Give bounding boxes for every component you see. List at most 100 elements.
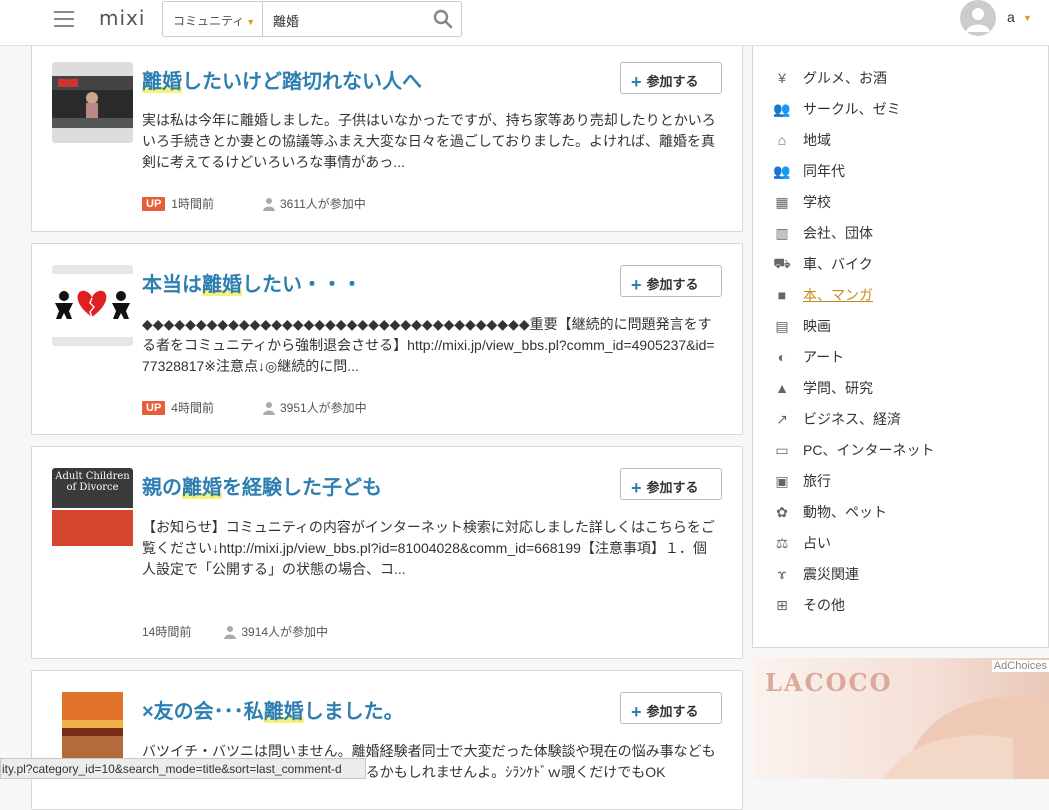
status-bar-url: ity.pl?category_id=10&search_mode=title&… bbox=[0, 758, 366, 779]
sidebar-category-item[interactable]: ⌂ 地域 bbox=[773, 128, 831, 152]
chevron-down-icon[interactable]: ▼ bbox=[1023, 13, 1032, 23]
sidebar-category-label: 動物、ペット bbox=[803, 504, 887, 520]
avatar[interactable] bbox=[960, 0, 996, 36]
community-title[interactable]: 本当は離婚したい・・・ bbox=[142, 268, 362, 297]
building-icon: ▥ bbox=[775, 224, 789, 241]
plus-icon: + bbox=[631, 478, 642, 498]
member-count: 3611人が参加中 bbox=[279, 197, 366, 211]
sidebar-category-label: ビジネス、経済 bbox=[803, 411, 901, 427]
updated-time: 1時間前 bbox=[171, 197, 214, 211]
plus-icon: + bbox=[631, 702, 642, 722]
person-icon bbox=[262, 401, 275, 415]
suitcase-icon: ▣ bbox=[775, 472, 789, 489]
group-icon: 👥 bbox=[773, 162, 791, 179]
sidebar-category-label: 占い bbox=[803, 535, 831, 551]
sidebar-category-item[interactable]: ◐ アート bbox=[773, 345, 844, 369]
sidebar-category-label: 旅行 bbox=[803, 473, 831, 489]
sidebar-category-item[interactable]: ■ 本、マンガ bbox=[773, 283, 873, 307]
sidebar-category-item[interactable]: ▣ 旅行 bbox=[773, 469, 831, 493]
join-button[interactable]: + 参加する bbox=[620, 265, 722, 297]
book-icon: ■ bbox=[777, 287, 787, 303]
film-icon: ▤ bbox=[775, 317, 789, 334]
sidebar-category-label: 地域 bbox=[803, 132, 831, 148]
updated-time: 14時間前 bbox=[142, 625, 192, 639]
group-icon: 👥 bbox=[773, 100, 791, 117]
category-sidebar: ▭テレビ番組¥グルメ、お酒👥サークル、ゼミ⌂地域👥同年代▦学校▥会社、団体⛟車、… bbox=[752, 27, 1049, 648]
member-count: 3951人が参加中 bbox=[279, 401, 367, 415]
sidebar-category-item[interactable]: ɤ 震災関連 bbox=[773, 562, 859, 586]
sidebar-category-item[interactable]: ✿ 動物、ペット bbox=[773, 500, 887, 524]
community-meta: UP 4時間前 3951人が参加中 bbox=[142, 399, 367, 416]
join-button[interactable]: + 参加する bbox=[620, 468, 722, 500]
community-card: ×友の会･･･私離婚しました。 + 参加する バツイチ・バツニは問いません。離婚経… bbox=[31, 670, 743, 810]
sidebar-category-item[interactable]: 👥 サークル、ゼミ bbox=[773, 97, 901, 121]
sidebar-category-label: 震災関連 bbox=[803, 566, 859, 582]
sidebar-category-label: 学問、研究 bbox=[803, 380, 873, 396]
community-thumbnail[interactable] bbox=[52, 265, 133, 346]
chevron-down-icon: ▼ bbox=[246, 17, 256, 27]
hamburger-menu-icon[interactable] bbox=[54, 11, 74, 27]
sidebar-category-item[interactable]: ⚖ 占い bbox=[773, 531, 831, 555]
home-icon: ⌂ bbox=[777, 132, 787, 148]
sidebar-category-item[interactable]: ▤ 映画 bbox=[773, 314, 831, 338]
school-icon: ▦ bbox=[775, 193, 789, 210]
graduation-cap-icon: ▲ bbox=[775, 380, 789, 396]
plus-icon: + bbox=[631, 275, 642, 295]
community-thumbnail[interactable]: Adult Children of Divorce bbox=[52, 468, 133, 549]
sidebar-category-item[interactable]: ⊞ その他 bbox=[773, 593, 845, 617]
community-card: 本当は離婚したい・・・ + 参加する ◆◆◆◆◆◆◆◆◆◆◆◆◆◆◆◆◆◆◆◆◆◆… bbox=[31, 243, 743, 435]
username[interactable]: a bbox=[1007, 9, 1015, 25]
up-badge: UP bbox=[142, 196, 166, 211]
sidebar-category-label: グルメ、お酒 bbox=[803, 70, 887, 86]
sidebar-category-item[interactable]: ▦ 学校 bbox=[773, 190, 831, 214]
palette-icon: ◐ bbox=[777, 349, 787, 365]
community-title[interactable]: ×友の会･･･私離婚しました。 bbox=[142, 695, 404, 724]
search-category-select[interactable]: コミュニティ ▼ bbox=[163, 2, 263, 36]
book-cover-title: Adult Children of Divorce bbox=[52, 468, 133, 508]
mixi-logo[interactable]: mixi bbox=[99, 6, 145, 30]
person-icon bbox=[262, 197, 275, 211]
paw-icon: ✿ bbox=[776, 503, 788, 520]
plus-icon: + bbox=[631, 72, 642, 92]
community-title[interactable]: 離婚したいけど踏切れない人へ bbox=[142, 65, 422, 94]
join-button[interactable]: + 参加する bbox=[620, 692, 722, 724]
advertisement[interactable]: LACOCO AdChoices bbox=[753, 658, 1049, 779]
community-card: Adult Children of Divorce 親の離婚を経験した子ども +… bbox=[31, 446, 743, 659]
sidebar-category-item[interactable]: ▭ PC、インターネット bbox=[773, 438, 934, 462]
join-button[interactable]: + 参加する bbox=[620, 62, 722, 94]
sidebar-category-label: 同年代 bbox=[803, 163, 845, 179]
sidebar-category-item[interactable]: ↗ ビジネス、経済 bbox=[773, 407, 901, 431]
community-title[interactable]: 親の離婚を経験した子ども bbox=[142, 471, 382, 500]
sidebar-category-item[interactable]: ▲ 学問、研究 bbox=[773, 376, 873, 400]
up-badge: UP bbox=[142, 400, 166, 415]
sidebar-category-label: サークル、ゼミ bbox=[803, 101, 901, 117]
community-meta: 14時間前 3914人が参加中 bbox=[142, 623, 328, 640]
scale-icon: ⚖ bbox=[775, 534, 789, 551]
sidebar-category-item[interactable]: 👥 同年代 bbox=[773, 159, 845, 183]
updated-time: 4時間前 bbox=[171, 401, 214, 415]
sidebar-category-label: PC、インターネット bbox=[803, 442, 935, 458]
member-count: 3914人が参加中 bbox=[241, 625, 329, 639]
community-card: 離婚したいけど踏切れない人へ + 参加する 実は私は今年に離婚しました。子供はいな… bbox=[31, 30, 743, 232]
sidebar-category-item[interactable]: ⛟ 車、バイク bbox=[773, 252, 873, 276]
sidebar-category-label: 映画 bbox=[803, 318, 831, 334]
plus-square-icon: ⊞ bbox=[776, 596, 788, 613]
community-description: 【お知らせ】コミュニティの内容がインターネット検索に対応しました詳しくはこちらを… bbox=[142, 519, 715, 577]
sidebar-category-label: 学校 bbox=[803, 194, 831, 210]
ribbon-icon: ɤ bbox=[777, 566, 787, 582]
laptop-icon: ▭ bbox=[775, 441, 789, 458]
sidebar-category-label: 車、バイク bbox=[803, 256, 873, 272]
community-description: ◆◆◆◆◆◆◆◆◆◆◆◆◆◆◆◆◆◆◆◆◆◆◆◆◆◆◆◆◆◆◆◆◆◆◆◆重要【継… bbox=[142, 316, 715, 374]
fork-knife-icon: ¥ bbox=[778, 70, 786, 86]
sidebar-category-item[interactable]: ▥ 会社、団体 bbox=[773, 221, 873, 245]
community-thumbnail[interactable] bbox=[52, 62, 133, 143]
chart-icon: ↗ bbox=[776, 410, 788, 427]
person-icon bbox=[224, 625, 237, 639]
sidebar-category-item[interactable]: ¥ グルメ、お酒 bbox=[773, 66, 887, 90]
sidebar-category-label: その他 bbox=[803, 597, 845, 613]
sidebar-category-label: アート bbox=[803, 349, 845, 365]
community-meta: UP 1時間前 3611人が参加中 bbox=[142, 195, 366, 212]
search-box: コミュニティ ▼ 離婚 bbox=[162, 1, 462, 37]
search-input[interactable]: 離婚 bbox=[273, 11, 299, 30]
search-icon[interactable] bbox=[433, 9, 453, 29]
